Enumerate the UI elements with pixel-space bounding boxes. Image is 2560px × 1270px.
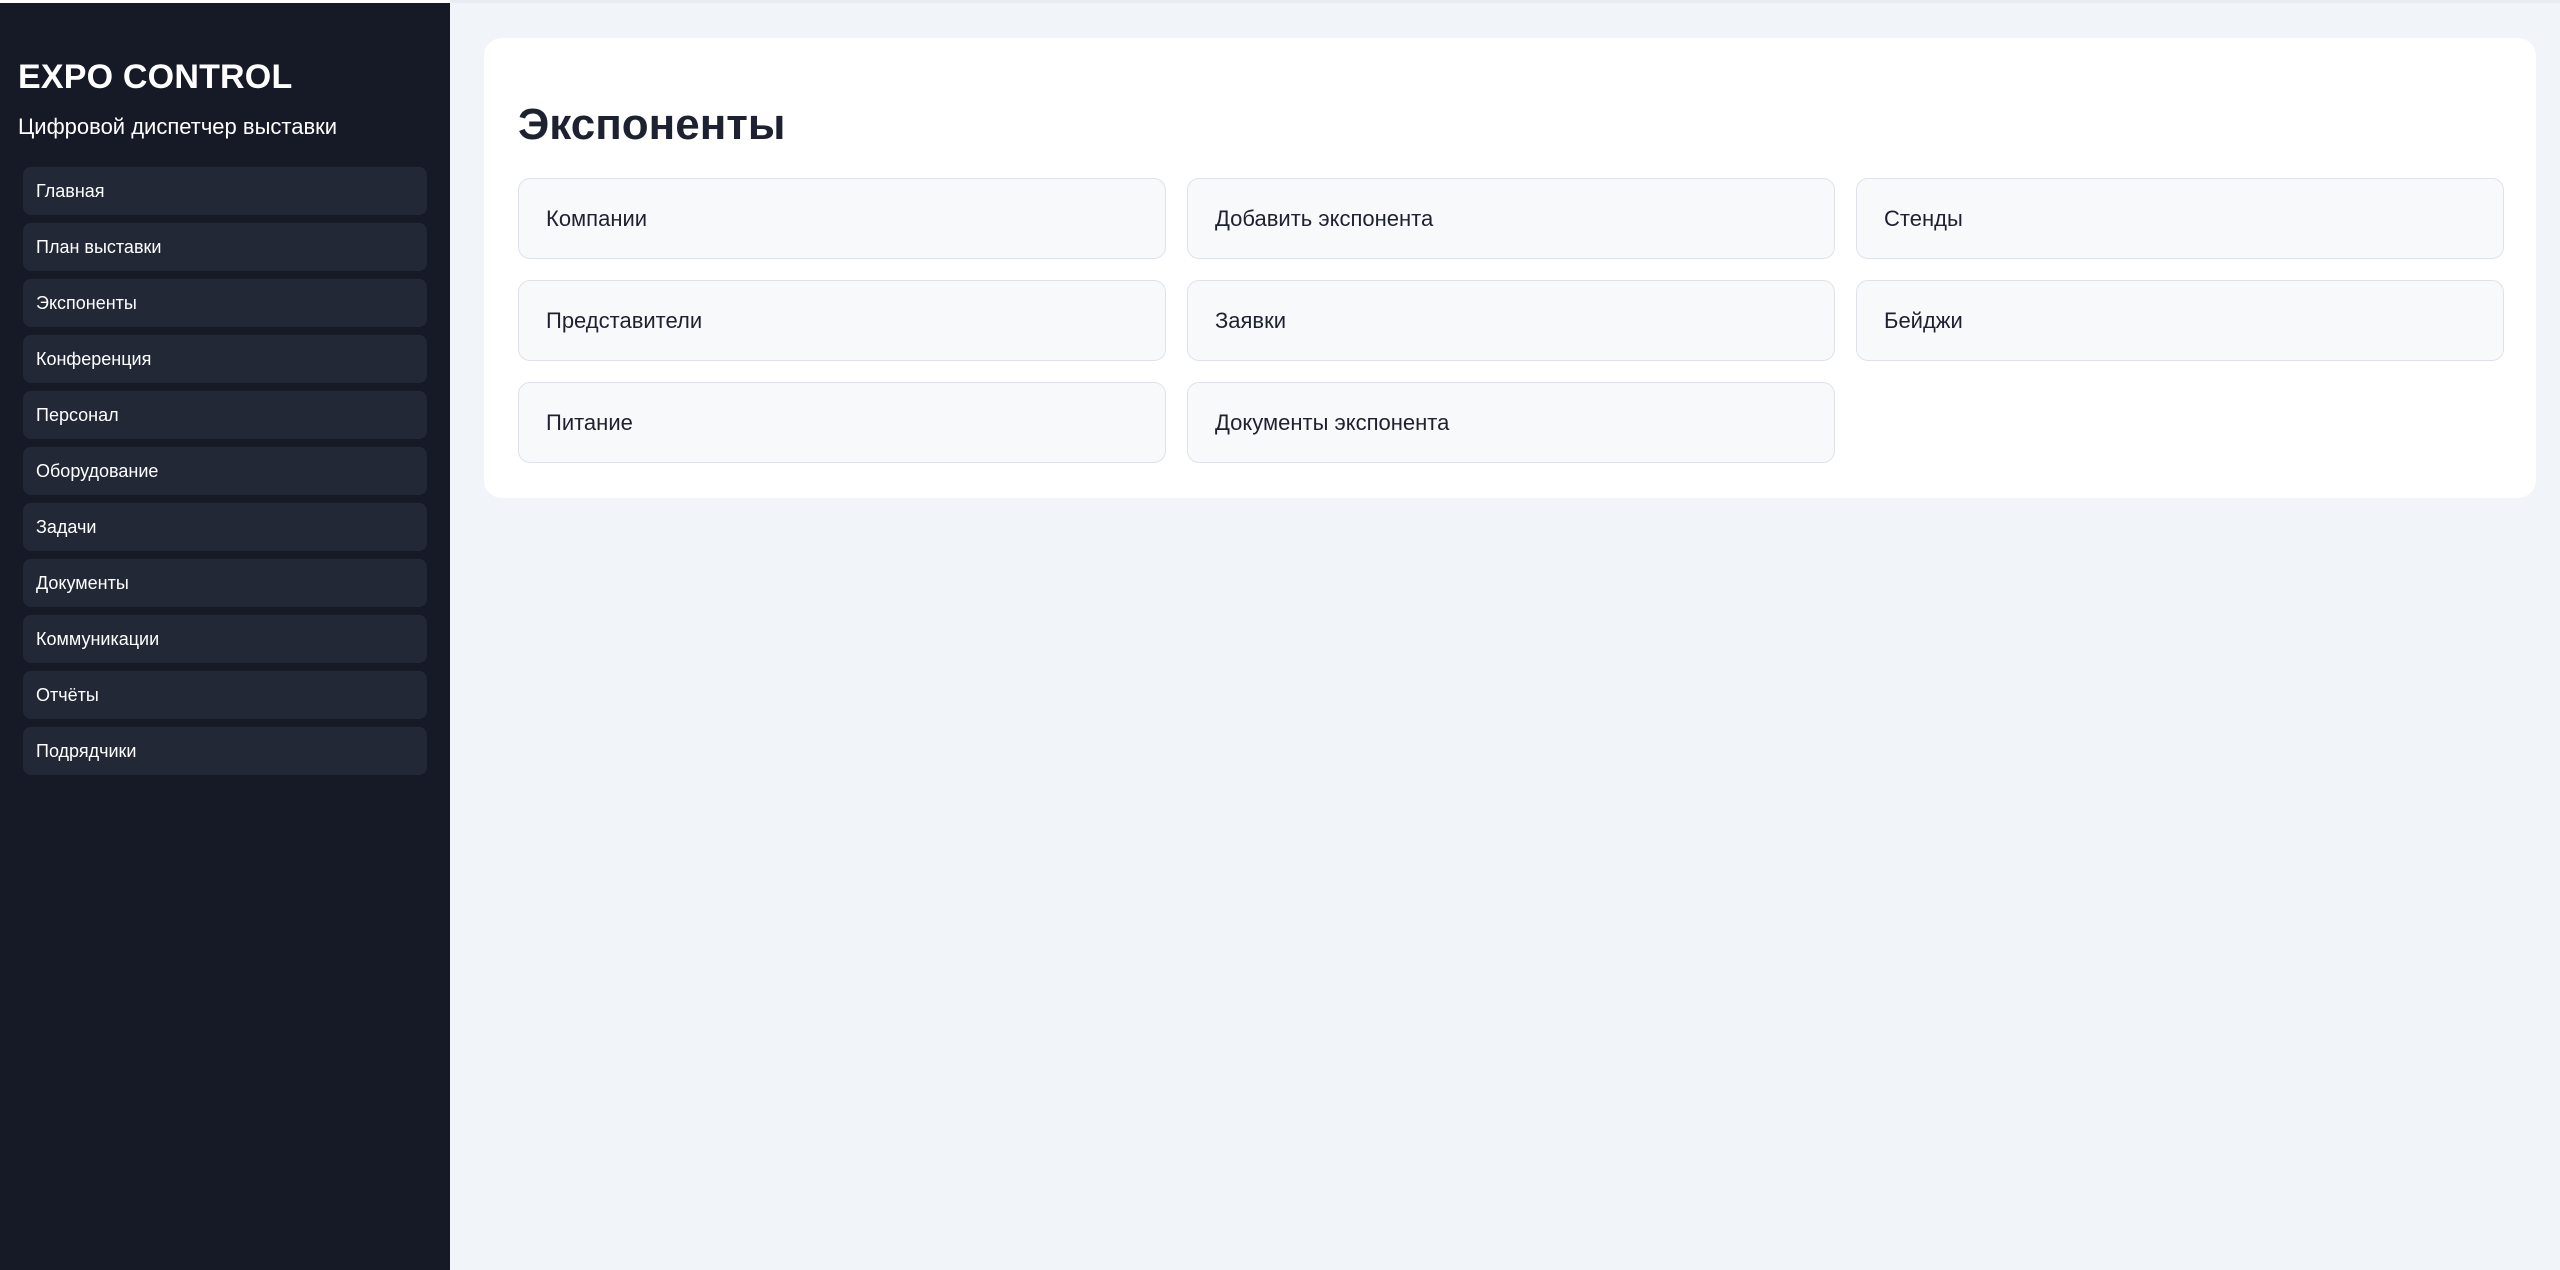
app-root: EXPO CONTROL Цифровой диспетчер выставки… [0,0,2560,1270]
card-exhibitor-documents[interactable]: Документы экспонента [1187,382,1835,463]
sidebar: EXPO CONTROL Цифровой диспетчер выставки… [0,0,450,1270]
sidebar-item-equipment[interactable]: Оборудование [23,447,427,495]
sidebar-nav: Главная План выставки Экспоненты Конфере… [18,167,432,775]
card-badges[interactable]: Бейджи [1856,280,2504,361]
sidebar-item-conference[interactable]: Конференция [23,335,427,383]
exhibitors-panel: Экспоненты Компании Добавить экспонента … [484,38,2536,498]
page-title: Экспоненты [518,100,786,149]
card-catering[interactable]: Питание [518,382,1166,463]
card-stands[interactable]: Стенды [1856,178,2504,259]
sidebar-item-reports[interactable]: Отчёты [23,671,427,719]
sidebar-item-home[interactable]: Главная [23,167,427,215]
sidebar-item-exhibition-plan[interactable]: План выставки [23,223,427,271]
app-title: EXPO CONTROL [18,58,293,96]
main-content: Экспоненты Компании Добавить экспонента … [450,0,2560,1270]
sidebar-item-exhibitors[interactable]: Экспоненты [23,279,427,327]
card-applications[interactable]: Заявки [1187,280,1835,361]
section-card-grid: Компании Добавить экспонента Стенды Пред… [518,178,2504,463]
card-representatives[interactable]: Представители [518,280,1166,361]
sidebar-item-contractors[interactable]: Подрядчики [23,727,427,775]
sidebar-item-documents[interactable]: Документы [23,559,427,607]
card-companies[interactable]: Компании [518,178,1166,259]
sidebar-item-communications[interactable]: Коммуникации [23,615,427,663]
card-add-exhibitor[interactable]: Добавить экспонента [1187,178,1835,259]
app-subtitle: Цифровой диспетчер выставки [18,114,338,139]
sidebar-item-tasks[interactable]: Задачи [23,503,427,551]
sidebar-item-staff[interactable]: Персонал [23,391,427,439]
